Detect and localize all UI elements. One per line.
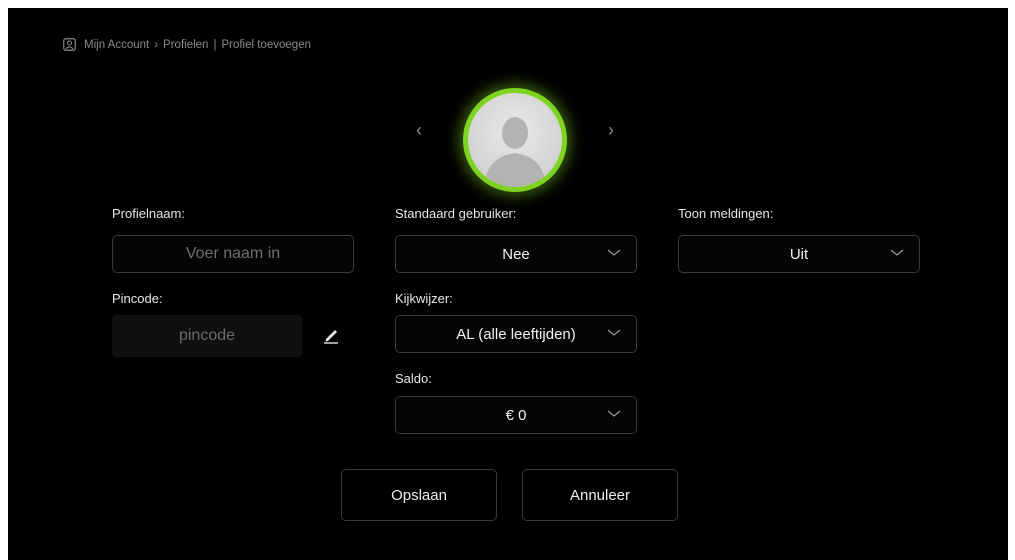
pincode-placeholder: pincode [178,327,236,344]
balance-value: € 0 [505,406,527,424]
default-user-icon [468,93,562,187]
breadcrumb: Mijn Account › Profielen | Profiel toevo… [63,38,311,51]
pincode-field[interactable]: pincode [112,315,302,357]
parental-guide-value: AL (alle leeftijden) [456,325,576,343]
profile-name-label: Profielnaam: [112,206,185,221]
balance-select[interactable]: € 0 [395,396,637,434]
profile-name-placeholder: Voer naam in [185,245,281,262]
cancel-button[interactable]: Annuleer [522,469,678,521]
profile-add-screen: Mijn Account › Profielen | Profiel toevo… [8,8,1008,560]
save-button[interactable]: Opslaan [341,469,497,521]
default-user-label: Standaard gebruiker: [395,206,517,221]
previous-avatar-button[interactable]: ‹ [416,120,422,141]
chevron-down-icon [890,249,904,256]
breadcrumb-item-account[interactable]: Mijn Account [84,39,149,51]
pencil-icon[interactable] [322,326,340,344]
balance-label: Saldo: [395,371,432,386]
next-avatar-button[interactable]: › [608,120,614,141]
default-user-value: Nee [502,245,530,263]
parental-guide-label: Kijkwijzer: [395,291,453,306]
breadcrumb-item-add-profile: Profiel toevoegen [221,38,311,51]
chevron-down-icon [607,329,621,336]
default-user-select[interactable]: Nee [395,235,637,273]
parental-guide-select[interactable]: AL (alle leeftijden) [395,315,637,353]
pincode-label: Pincode: [112,291,163,306]
notifications-label: Toon meldingen: [678,206,774,221]
account-icon [63,38,76,51]
breadcrumb-separator: › [154,38,159,51]
chevron-down-icon [607,249,621,256]
notifications-select[interactable]: Uit [678,235,920,273]
breadcrumb-separator: | [213,38,217,51]
profile-name-field[interactable]: Voer naam in [112,235,354,273]
notifications-value: Uit [789,245,809,263]
chevron-down-icon [607,410,621,417]
breadcrumb-item-profiles[interactable]: Profielen [163,39,208,51]
avatar[interactable] [463,88,567,192]
